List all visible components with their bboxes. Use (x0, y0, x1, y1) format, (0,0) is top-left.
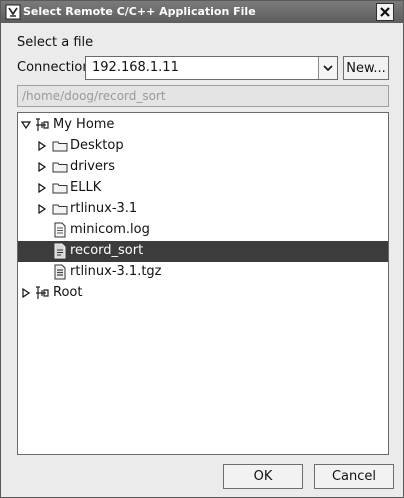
folder-icon (52, 141, 68, 152)
connection-dropdown[interactable]: 192.168.1.11 (85, 56, 338, 80)
close-button[interactable] (376, 3, 394, 21)
tree-item-label: rtlinux-3.1.tgz (70, 264, 162, 279)
cancel-button[interactable]: Cancel (314, 464, 394, 489)
tree-item-ellk[interactable]: ELLK (18, 178, 388, 199)
tree-item-label: My Home (53, 117, 115, 132)
tree-item-label: minicom.log (70, 222, 150, 237)
tree-item-root[interactable]: Root (18, 283, 388, 304)
tree-item-rtlinux[interactable]: rtlinux-3.1 (18, 199, 388, 220)
collapsed-arrow-icon[interactable] (37, 162, 47, 172)
expanded-arrow-icon[interactable] (21, 120, 31, 130)
chevron-down-icon[interactable] (318, 57, 337, 79)
tree-item-label: Desktop (70, 138, 124, 153)
connection-value: 192.168.1.11 (92, 60, 179, 75)
home-icon (36, 118, 49, 131)
tree-item-rtlinux-tgz[interactable]: rtlinux-3.1.tgz (18, 262, 388, 283)
title-bar[interactable]: Select Remote C/C++ Application File (1, 1, 403, 23)
window-title: Select Remote C/C++ Application File (23, 5, 256, 18)
archive-file-icon (54, 264, 66, 280)
dialog-window: Select Remote C/C++ Application File Sel… (0, 0, 404, 498)
collapsed-arrow-icon[interactable] (37, 183, 47, 193)
file-icon (54, 222, 66, 238)
tree-item-label: ELLK (70, 180, 102, 195)
folder-icon (52, 204, 68, 215)
connection-label: Connection: (17, 60, 95, 75)
tree-item-label: record_sort (70, 243, 144, 258)
path-value: /home/doog/record_sort (22, 89, 166, 103)
new-connection-button[interactable]: New... (343, 56, 389, 80)
close-icon (380, 7, 390, 17)
folder-icon (52, 183, 68, 194)
ok-button[interactable]: OK (223, 464, 303, 489)
folder-icon (52, 162, 68, 173)
collapsed-arrow-icon[interactable] (37, 204, 47, 214)
file-tree[interactable]: My Home Desktop drivers ELLK rtlinux-3.1… (17, 112, 389, 455)
app-icon (5, 4, 21, 20)
tree-item-label: Root (53, 285, 83, 300)
tree-item-record-sort[interactable]: record_sort (18, 241, 388, 262)
tree-item-desktop[interactable]: Desktop (18, 136, 388, 157)
tree-item-my-home[interactable]: My Home (18, 115, 388, 136)
dialog-heading: Select a file (17, 35, 94, 50)
tree-item-label: rtlinux-3.1 (70, 201, 138, 216)
root-icon (36, 286, 49, 299)
tree-item-label: drivers (70, 159, 116, 174)
collapsed-arrow-icon[interactable] (21, 288, 31, 298)
tree-item-minicom-log[interactable]: minicom.log (18, 220, 388, 241)
path-input[interactable]: /home/doog/record_sort (17, 85, 389, 107)
collapsed-arrow-icon[interactable] (37, 141, 47, 151)
executable-file-icon (54, 243, 66, 259)
tree-item-drivers[interactable]: drivers (18, 157, 388, 178)
